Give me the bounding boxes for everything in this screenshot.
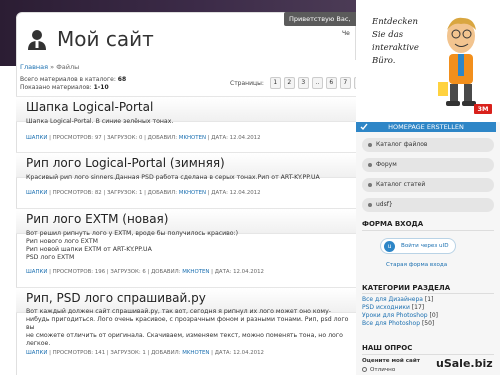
article-body: Вот решил рипнуть лого у EXTM, вроде бы … [26,230,239,261]
stats-total: Всего материалов в каталоге: 68 [20,76,127,83]
categories-section-title: КАТЕГОРИИ РАЗДЕЛА [362,284,451,292]
pagination: Страницы: 1 2 3 .. 6 7 » [230,76,365,90]
poll-question: Оцените мой сайт [362,358,420,364]
author-link[interactable]: MKHOTEN [179,190,206,196]
article-title[interactable]: Рип лого Logical-Portal (зимняя) [26,156,225,170]
breadcrumb-home-link[interactable]: Главная [20,63,48,71]
poll-option[interactable]: Отлично [362,367,395,373]
ad-text: Entdecken Sie das interaktive Büro. [372,17,419,66]
users-icon [28,30,46,50]
breadcrumb-current: Файлы [56,63,80,71]
category-link[interactable]: Уроки для Photoshop [362,312,428,319]
stats-shown: Показано материалов: 1-10 [20,84,109,91]
brand-logo: 3M [474,104,492,114]
sidebar-menu: Каталог файлов Форум Каталог статей udsf… [362,138,494,218]
category-link[interactable]: ШАПКИ [26,135,47,141]
sidebar-item-udsf[interactable]: udsf} [362,198,494,212]
category-link[interactable]: ШАПКИ [26,190,47,196]
article-title[interactable]: Шапка Logical-Portal [26,100,153,114]
category-link[interactable]: Все для Дизайнера [362,296,423,303]
category-item: Все для Дизайнера [1] [362,296,434,303]
page-button[interactable]: 7 [339,77,351,89]
site-title[interactable]: Мой сайт [57,27,154,51]
article-meta: ШАПКИ | ПРОСМОТРОВ: 82 | ЗАГРУЗОК: 1 | Д… [26,190,261,196]
category-link[interactable]: ШАПКИ [26,350,47,356]
header-link-stub[interactable]: Че [342,30,350,37]
article-body: Вот каждый должен сайт спрашивай.ру, так… [26,308,349,347]
category-item: Все для Photoshop [50] [362,320,435,327]
watermark: uSale.biz [436,357,493,370]
category-item: PSD исходники [17] [362,304,425,311]
login-section-title: ФОРМА ВХОДА [362,220,424,228]
uid-login-button[interactable]: u Войти через uID [380,238,456,254]
category-link[interactable]: ШАПКИ [26,269,47,275]
old-login-link[interactable]: Старая форма входа [386,262,447,268]
article-title[interactable]: Рип лого EXTM (новая) [26,212,168,226]
welcome-tab[interactable]: Приветствую Вас, [284,12,362,26]
author-link[interactable]: MKHOTEN [182,269,209,275]
bullet-icon [368,143,372,147]
divider [362,293,494,294]
catalog-stats: Всего материалов в каталоге: 68 Показано… [20,76,126,92]
category-link[interactable]: PSD исходники [362,304,410,311]
uid-icon: u [384,241,395,252]
category-link[interactable]: Все для Photoshop [362,320,420,327]
radio-button[interactable] [362,367,367,372]
article-title[interactable]: Рип, PSD лого спрашивай.ру [26,291,206,305]
sidebar-item-files[interactable]: Каталог файлов [362,138,494,152]
page-ellipsis: .. [311,77,323,89]
article-meta: ШАПКИ | ПРОСМОТРОВ: 196 | ЗАГРУЗОК: 6 | … [26,269,264,275]
page-button[interactable]: 3 [297,77,309,89]
check-icon [360,123,368,131]
article-body: Красивый рип лого sinners.Данная PSD раб… [26,174,320,181]
divider [362,230,494,231]
sidebar-item-forum[interactable]: Форум [362,158,494,172]
page-button[interactable]: 6 [325,77,337,89]
author-link[interactable]: MKHOTEN [182,350,209,356]
bullet-icon [368,183,372,187]
page-button[interactable]: 1 [269,77,281,89]
category-list: Все для Дизайнера [1] PSD исходники [17]… [362,296,438,328]
breadcrumb-separator: » [48,63,57,71]
divider [362,354,494,355]
article-meta: ШАПКИ | ПРОСМОТРОВ: 141 | ЗАГРУЗОК: 1 | … [26,350,264,356]
cartoon-character-image [438,17,476,106]
bullet-icon [368,203,372,207]
sidebar-item-articles[interactable]: Каталог статей [362,178,494,192]
homepage-create-button[interactable]: HOMEPAGE ERSTELLEN [356,122,496,132]
pager-label: Страницы: [230,79,264,87]
page-button[interactable]: 2 [283,77,295,89]
article-meta: ШАПКИ | ПРОСМОТРОВ: 97 | ЗАГРУЗОК: 0 | Д… [26,135,261,141]
category-item: Уроки для Photoshop [0] [362,312,438,319]
article-body: Шапка Logical-Portal. В синие зелёных то… [26,118,174,125]
breadcrumb: Главная » Файлы [20,63,79,71]
author-link[interactable]: MKHOTEN [179,135,206,141]
poll-section-title: НАШ ОПРОС [362,344,413,352]
bullet-icon [368,163,372,167]
